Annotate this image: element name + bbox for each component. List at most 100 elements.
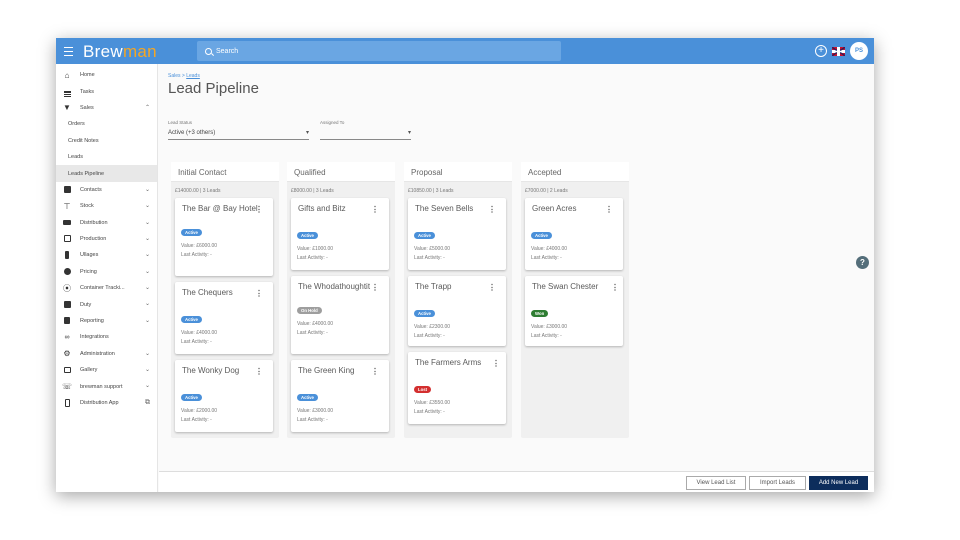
lead-last-activity: Last Activity: - — [297, 254, 328, 261]
status-badge: Active — [531, 231, 552, 240]
chevron-down-icon: ⌄ — [144, 268, 150, 275]
sidebar-item-credit-notes[interactable]: Credit Notes — [56, 133, 157, 149]
more-options-icon[interactable]: ⋮ — [255, 367, 263, 376]
lead-card[interactable]: The Green King ⋮ Active Value: £3000.00 … — [291, 360, 389, 432]
more-options-icon[interactable]: ⋮ — [371, 283, 379, 292]
sidebar-item-distribution[interactable]: Distribution ⌄ — [56, 215, 157, 231]
list-icon — [63, 87, 71, 97]
status-badge: Active — [181, 393, 202, 402]
lead-card[interactable]: The Chequers ⋮ Active Value: £4000.00 La… — [175, 282, 273, 354]
sidebar-item-ullages[interactable]: Ullages ⌄ — [56, 247, 157, 263]
view-lead-list-button[interactable]: View Lead List — [686, 476, 746, 490]
lead-status-filter[interactable]: Lead Status Active (+3 others) — [168, 120, 309, 140]
sidebar-item-integrations[interactable]: ∞ Integrations — [56, 329, 157, 345]
search-input[interactable]: Search — [197, 41, 561, 61]
lead-value: Value: £5000.00 — [414, 246, 451, 252]
lead-card[interactable]: The Whodathoughtit ⋮ On Hold Value: £400… — [291, 276, 389, 354]
more-options-icon[interactable]: ⋮ — [255, 205, 263, 214]
lead-status-label: Lead Status — [168, 120, 193, 125]
status-badge: Active — [181, 315, 202, 324]
more-options-icon[interactable]: ⋮ — [605, 205, 613, 214]
brewman-logo[interactable]: Brewman — [83, 42, 157, 62]
sidebar-item-container-tracking[interactable]: ⦿ Container Tracki... ⌄ — [56, 280, 157, 296]
more-options-icon[interactable]: ⋮ — [371, 205, 379, 214]
lead-card[interactable]: Green Acres ⋮ Active Value: £4000.00 Las… — [525, 198, 623, 270]
contacts-icon — [63, 186, 71, 194]
support-icon: ☏ — [62, 381, 73, 391]
sidebar: ⌂ Home Tasks ▼ Sales ⌃ Orders Credit Not… — [56, 64, 158, 492]
sidebar-item-sales[interactable]: ▼ Sales ⌃ — [56, 100, 157, 116]
chevron-down-icon: ⌄ — [144, 235, 150, 242]
home-icon: ⌂ — [64, 70, 70, 80]
app-window: Brewman Search + PS ⌂ Home Tasks ▼ Sales… — [56, 38, 874, 492]
external-link-icon[interactable]: ⧉ — [145, 399, 150, 407]
sidebar-item-duty[interactable]: Duty ⌄ — [56, 296, 157, 312]
pipeline-column-accepted: Accepted £7000.00 | 2 Leads Green Acres … — [521, 162, 629, 438]
main-content: Sales > Leads Lead Pipeline Lead Status … — [159, 64, 874, 492]
sidebar-item-pricing[interactable]: Pricing ⌄ — [56, 264, 157, 280]
more-options-icon[interactable]: ⋮ — [488, 283, 496, 292]
status-badge: Active — [297, 231, 318, 240]
assigned-to-filter[interactable]: Assigned To — [320, 120, 411, 140]
gear-icon: ⚙ — [63, 349, 71, 359]
assigned-to-select[interactable] — [320, 129, 411, 140]
more-options-icon[interactable]: ⋮ — [255, 289, 263, 298]
add-circle-icon[interactable]: + — [815, 45, 827, 57]
add-new-lead-button[interactable]: Add New Lead — [809, 476, 868, 490]
menu-icon[interactable] — [64, 44, 74, 58]
sidebar-item-brewman-support[interactable]: ☏ brewman support ⌄ — [56, 378, 157, 394]
production-icon — [63, 235, 71, 243]
sidebar-item-production[interactable]: Production ⌄ — [56, 231, 157, 247]
import-leads-button[interactable]: Import Leads — [749, 476, 806, 490]
lead-last-activity: Last Activity: - — [414, 254, 445, 261]
column-title: Qualified — [287, 162, 395, 182]
chevron-down-icon: ⌄ — [144, 219, 150, 226]
truck-icon — [63, 219, 71, 227]
lead-card[interactable]: The Seven Bells ⋮ Active Value: £5000.00… — [408, 198, 506, 270]
sidebar-item-stock[interactable]: ⊤ Stock ⌄ — [56, 198, 157, 214]
chevron-down-icon: ⌄ — [144, 367, 150, 374]
help-button[interactable]: ? — [856, 256, 869, 269]
more-options-icon[interactable]: ⋮ — [611, 283, 619, 292]
sidebar-item-leads[interactable]: Leads — [56, 149, 157, 165]
breadcrumb-leads[interactable]: Leads — [186, 73, 200, 79]
sidebar-item-tasks[interactable]: Tasks — [56, 83, 157, 99]
avatar[interactable]: PS — [850, 42, 868, 60]
lead-value: Value: £3000.00 — [297, 408, 334, 414]
lead-value: Value: £3000.00 — [531, 324, 568, 330]
sidebar-item-leads-pipeline[interactable]: Leads Pipeline — [56, 165, 157, 182]
sidebar-item-orders[interactable]: Orders — [56, 116, 157, 132]
chevron-up-icon: ⌃ — [144, 104, 150, 111]
chevron-down-icon: ⌄ — [144, 285, 150, 292]
sidebar-item-gallery[interactable]: Gallery ⌄ — [56, 362, 157, 378]
lead-card[interactable]: The Wonky Dog ⋮ Active Value: £2000.00 L… — [175, 360, 273, 432]
column-summary: £14000.00 | 3 Leads — [175, 188, 221, 194]
column-title: Accepted — [521, 162, 629, 182]
lead-status-select[interactable]: Active (+3 others) — [168, 129, 309, 140]
lead-last-activity: Last Activity: - — [531, 332, 562, 339]
breadcrumb: Sales > Leads — [168, 73, 200, 79]
lead-last-activity: Last Activity: - — [181, 338, 212, 345]
sidebar-item-distribution-app[interactable]: Distribution App ⧉ — [56, 395, 157, 411]
status-badge: Active — [297, 393, 318, 402]
sidebar-item-reporting[interactable]: Reporting ⌄ — [56, 313, 157, 329]
lead-card[interactable]: The Bar @ Bay Hotel ⋮ Active Value: £600… — [175, 198, 273, 276]
lead-card[interactable]: The Farmers Arms ⋮ Lost Value: £3550.00 … — [408, 352, 506, 424]
more-options-icon[interactable]: ⋮ — [371, 367, 379, 376]
chevron-down-icon: ⌄ — [144, 252, 150, 259]
lead-card[interactable]: The Trapp ⋮ Active Value: £2300.00 Last … — [408, 276, 506, 346]
breadcrumb-sales[interactable]: Sales — [168, 73, 181, 79]
search-icon — [205, 47, 212, 55]
sidebar-item-administration[interactable]: ⚙ Administration ⌄ — [56, 346, 157, 362]
sidebar-item-contacts[interactable]: Contacts ⌄ — [56, 182, 157, 198]
link-icon: ∞ — [64, 333, 70, 341]
sidebar-item-home[interactable]: ⌂ Home — [56, 67, 157, 83]
lead-card[interactable]: The Swan Chester ⋮ Won Value: £3000.00 L… — [525, 276, 623, 346]
column-title: Proposal — [404, 162, 512, 182]
uk-flag-icon[interactable] — [832, 46, 845, 56]
more-options-icon[interactable]: ⋮ — [492, 359, 500, 368]
more-options-icon[interactable]: ⋮ — [488, 205, 496, 214]
lead-card[interactable]: Gifts and Bitz ⋮ Active Value: £1000.00 … — [291, 198, 389, 270]
chevron-down-icon: ⌄ — [144, 301, 150, 308]
lead-last-activity: Last Activity: - — [181, 251, 212, 258]
